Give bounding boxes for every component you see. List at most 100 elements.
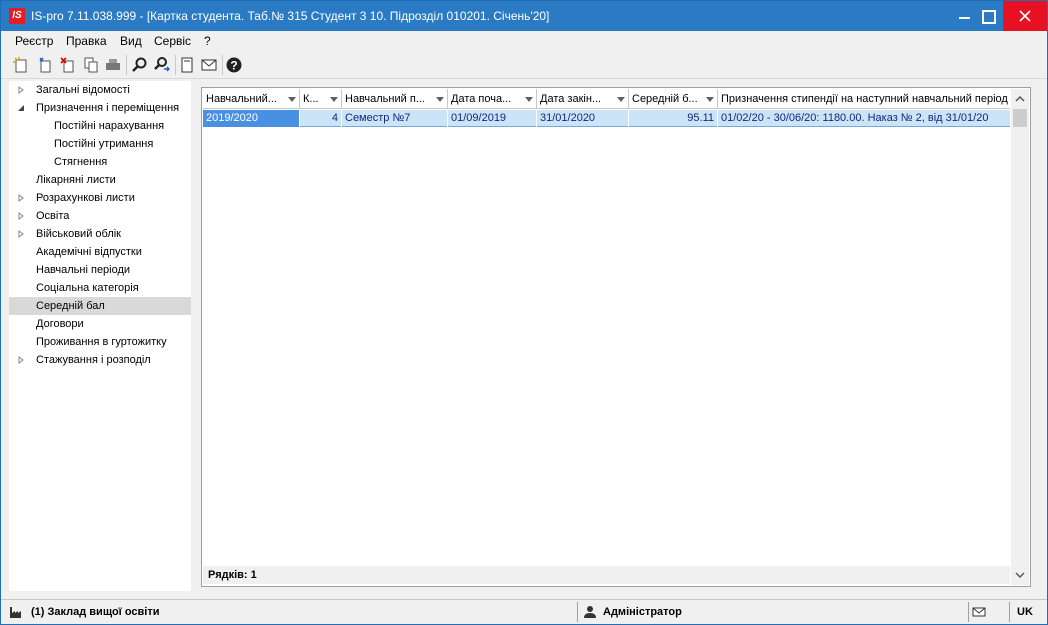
scrollbar-thumb[interactable] [1013, 109, 1027, 127]
cell-end-date[interactable]: 31/01/2020 [537, 110, 629, 127]
status-language: UK [1017, 606, 1033, 618]
tree-item-label: Постійні утримання [54, 138, 154, 150]
menu-registry[interactable]: Реєстр [13, 34, 55, 48]
column-header-label: Середній б... [632, 93, 698, 105]
print-button[interactable] [103, 55, 123, 75]
data-grid: Навчальний... К... Навчальний п... Дата … [201, 87, 1031, 587]
tree-item[interactable]: Середній бал [9, 297, 191, 315]
column-header-label: Навчальний... [206, 93, 277, 105]
tree-item[interactable]: Освіта [9, 207, 191, 225]
tree-item-label: Середній бал [36, 300, 105, 312]
tree-item[interactable]: Постійні нарахування [9, 117, 191, 135]
column-header-end-date[interactable]: Дата закін... [537, 89, 629, 109]
tree-item[interactable]: Розрахункові листи [9, 189, 191, 207]
cell-start-date[interactable]: 01/09/2019 [448, 110, 537, 127]
collapsed-arrow-icon[interactable] [17, 212, 25, 220]
delete-button[interactable] [58, 55, 78, 75]
tree-item-label: Розрахункові листи [36, 192, 135, 204]
vertical-scrollbar[interactable] [1011, 89, 1029, 585]
copy-new-button[interactable] [35, 55, 55, 75]
new-icon [13, 57, 27, 73]
sort-icon [330, 97, 338, 102]
form-button[interactable] [177, 55, 197, 75]
collapsed-arrow-icon[interactable] [17, 194, 25, 202]
mail-button[interactable] [199, 55, 219, 75]
tree-item[interactable]: Лікарняні листи [9, 171, 191, 189]
cell-course[interactable]: 4 [300, 110, 342, 127]
duplicate-button[interactable] [81, 55, 101, 75]
menu-bar: Реєстр Правка Вид Сервіс ? [1, 31, 1047, 51]
tree-item[interactable]: Академічні відпустки [9, 243, 191, 261]
factory-icon [10, 607, 21, 618]
menu-view[interactable]: Вид [118, 34, 144, 48]
column-header-stipend[interactable]: Призначення стипендії на наступний навча… [718, 89, 1010, 109]
menu-help[interactable]: ? [202, 34, 213, 48]
tree-item-label: Постійні нарахування [54, 120, 165, 132]
app-window: IS IS-pro 7.11.038.999 - [Картка студент… [0, 0, 1048, 625]
new-button[interactable] [11, 55, 31, 75]
column-header-label: Призначення стипендії на наступний навча… [721, 93, 1008, 105]
tree-item[interactable]: Постійні утримання [9, 135, 191, 153]
column-header-period[interactable]: Навчальний п... [342, 89, 448, 109]
tree-item[interactable]: Договори [9, 315, 191, 333]
column-header-academic-year[interactable]: Навчальний... [203, 89, 300, 109]
tree-item[interactable]: Загальні відомості [9, 81, 191, 99]
toolbar: ? [1, 51, 1047, 79]
tree-item[interactable]: Проживання в гуртожитку [9, 333, 191, 351]
title-bar[interactable]: IS IS-pro 7.11.038.999 - [Картка студент… [1, 1, 1047, 31]
column-header-start-date[interactable]: Дата поча... [448, 89, 537, 109]
form-icon [181, 57, 193, 73]
find-button[interactable] [130, 55, 150, 75]
cell-period[interactable]: Семестр №7 [342, 110, 448, 127]
status-separator [968, 602, 969, 622]
help-button[interactable]: ? [224, 55, 244, 75]
column-header-average-score[interactable]: Середній б... [629, 89, 718, 109]
cell-average-score[interactable]: 95.11 [629, 110, 718, 127]
cell-academic-year[interactable]: 2019/2020 [203, 110, 300, 127]
tree-item[interactable]: Стажування і розподіл [9, 351, 191, 369]
sort-icon [288, 97, 296, 102]
menu-service[interactable]: Сервіс [152, 34, 193, 48]
grid-header: Навчальний... К... Навчальний п... Дата … [203, 89, 1010, 109]
maximize-button[interactable] [973, 1, 1005, 31]
tree-item[interactable]: Соціальна категорія [9, 279, 191, 297]
user-icon [584, 606, 596, 618]
tree-item[interactable]: Навчальні періоди [9, 261, 191, 279]
tree-item-label: Загальні відомості [36, 84, 130, 96]
tree-item[interactable]: Стягнення [9, 153, 191, 171]
close-button[interactable] [1003, 1, 1047, 31]
status-bar: (1) Заклад вищої освіти Адміністратор UK [1, 599, 1047, 624]
menu-edit[interactable]: Правка [64, 34, 109, 48]
expanded-arrow-icon[interactable] [17, 104, 25, 112]
table-row[interactable]: 2019/2020 4 Семестр №7 01/09/2019 31/01/… [203, 110, 1010, 127]
scroll-up-icon[interactable] [1015, 94, 1025, 104]
column-header-label: Дата закін... [540, 93, 602, 105]
sort-icon [617, 97, 625, 102]
column-header-course[interactable]: К... [300, 89, 342, 109]
tree-item[interactable]: Призначення і переміщення [9, 99, 191, 117]
sort-icon [525, 97, 533, 102]
find-next-icon [154, 57, 170, 72]
tree-item[interactable]: Військовий облік [9, 225, 191, 243]
tree-item-label: Стажування і розподіл [36, 354, 151, 366]
sort-icon [706, 97, 714, 102]
collapsed-arrow-icon[interactable] [17, 230, 25, 238]
column-header-label: Дата поча... [451, 93, 512, 105]
toolbar-separator [126, 55, 127, 75]
delete-icon [60, 57, 74, 73]
scroll-down-icon[interactable] [1015, 570, 1025, 580]
find-next-button[interactable] [152, 55, 172, 75]
status-organization: (1) Заклад вищої освіти [31, 606, 160, 618]
status-separator [1009, 602, 1010, 622]
status-separator [577, 602, 578, 622]
cell-stipend[interactable]: 01/02/20 - 30/06/20: 1180.00. Наказ № 2,… [718, 110, 1010, 127]
close-icon [1019, 10, 1031, 22]
collapsed-arrow-icon[interactable] [17, 356, 25, 364]
collapsed-arrow-icon[interactable] [17, 86, 25, 94]
find-icon [132, 57, 147, 72]
svg-text:?: ? [230, 59, 237, 73]
help-icon: ? [226, 57, 242, 73]
column-header-label: К... [303, 93, 319, 105]
mail-icon[interactable] [972, 605, 986, 619]
tree-item-label: Академічні відпустки [36, 246, 142, 258]
